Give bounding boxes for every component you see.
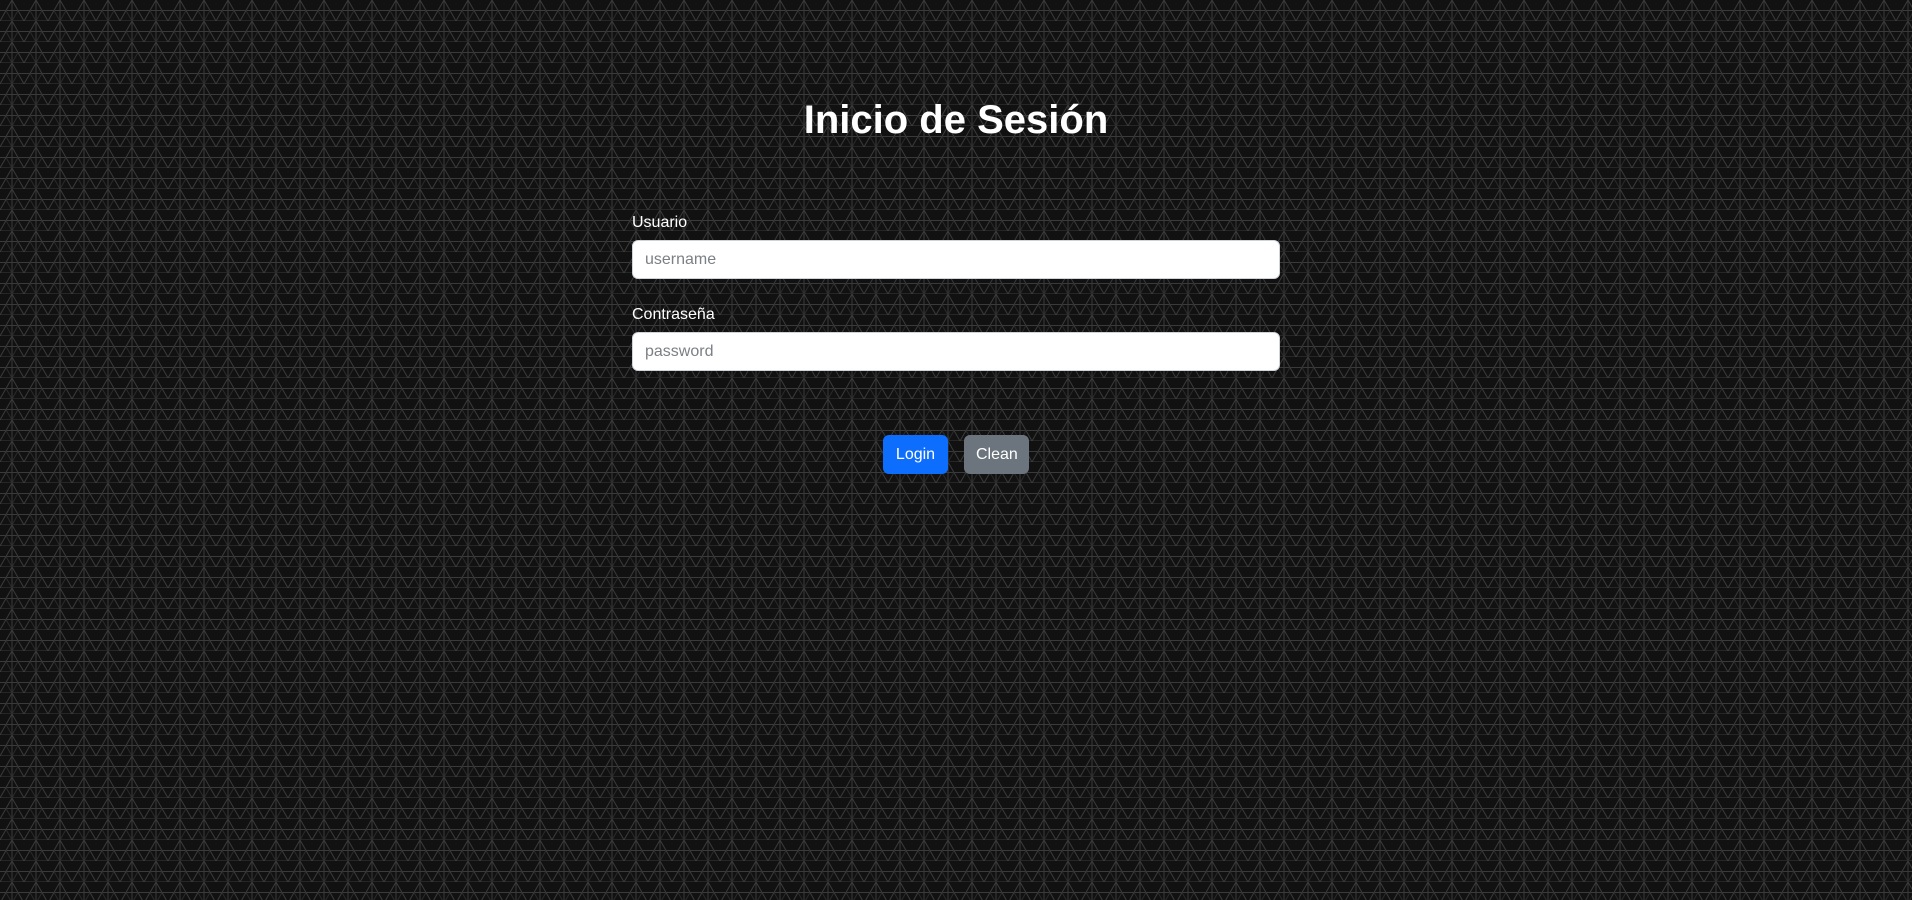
- login-button[interactable]: Login: [883, 435, 948, 474]
- password-label: Contraseña: [632, 306, 715, 323]
- username-input[interactable]: [632, 240, 1280, 279]
- login-form: Usuario Contraseña: [632, 212, 1280, 396]
- password-input[interactable]: [632, 332, 1280, 371]
- page-title: Inicio de Sesión: [803, 98, 1109, 142]
- username-group: Usuario: [632, 212, 1280, 279]
- login-page: Inicio de Sesión Usuario Contraseña Logi…: [0, 0, 1912, 900]
- form-actions: Login Clean: [0, 435, 1912, 474]
- username-label: Usuario: [632, 214, 688, 231]
- password-group: Contraseña: [632, 304, 1280, 371]
- clean-button[interactable]: Clean: [964, 435, 1029, 474]
